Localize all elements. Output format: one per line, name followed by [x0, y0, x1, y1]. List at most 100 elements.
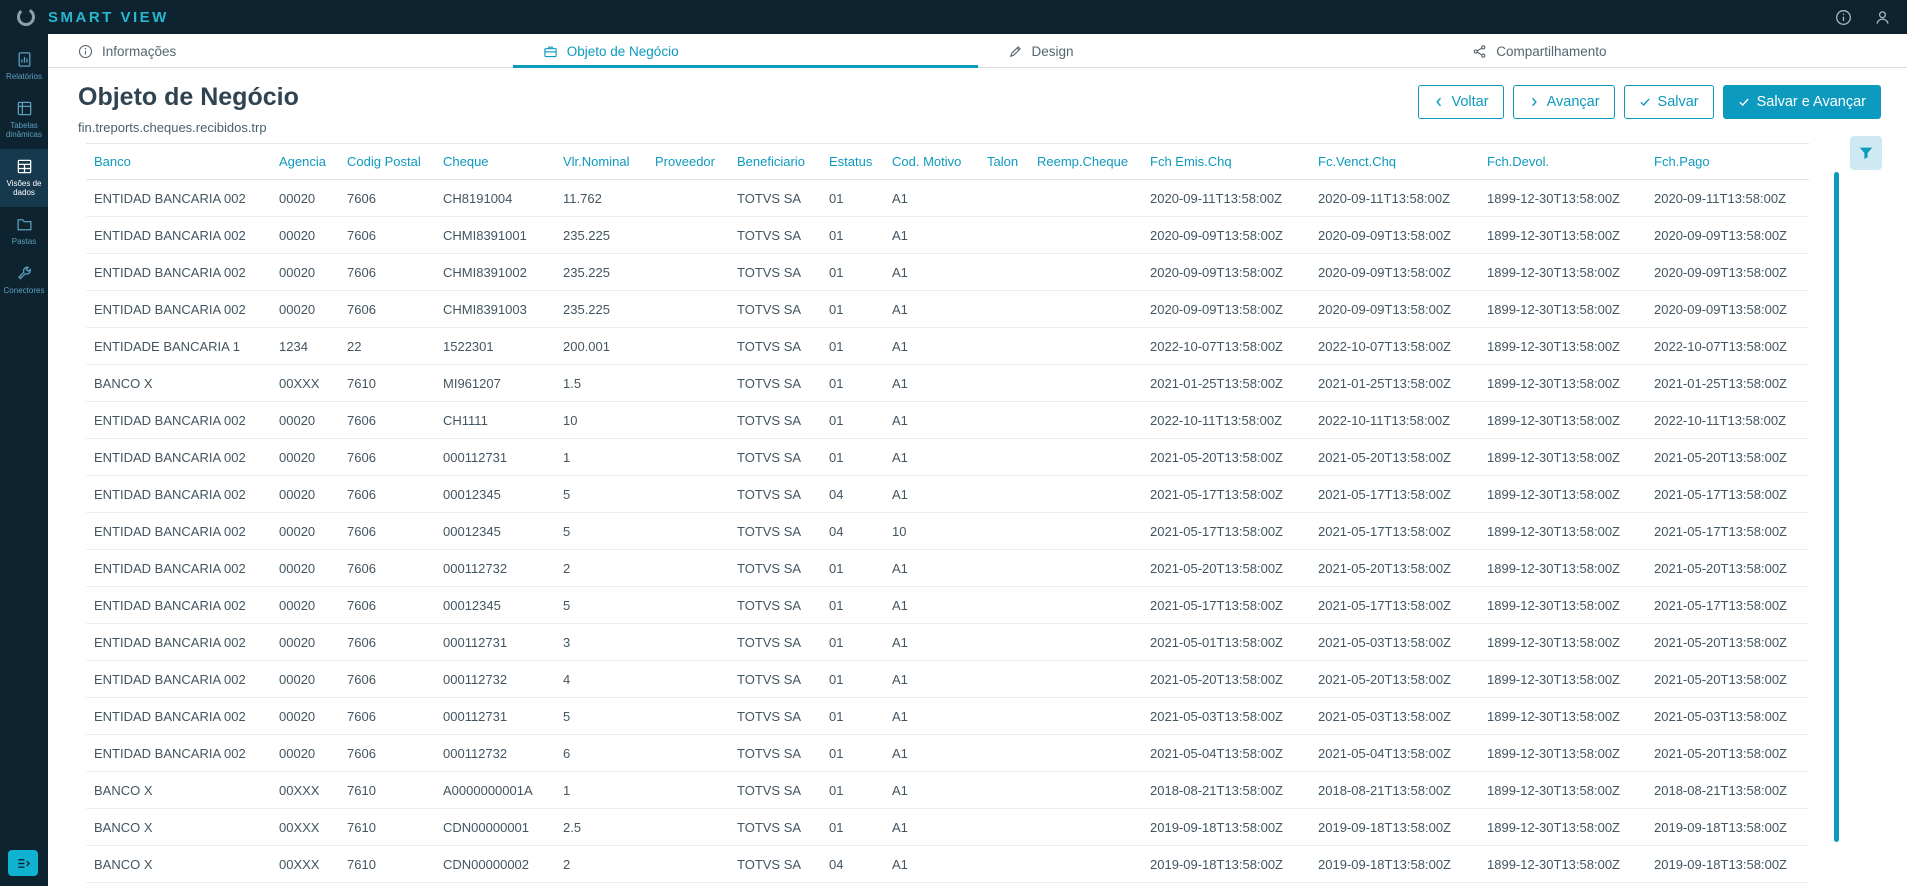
cell-banco: ENTIDAD BANCARIA 002 [86, 734, 271, 772]
table-row[interactable]: ENTIDAD BANCARIA 002 00020 7606 00012345 5 TO… [86, 586, 1809, 624]
cell-reemp_cheque [1029, 623, 1142, 661]
avancar-button[interactable]: Avançar [1512, 85, 1615, 119]
cell-vlr_nominal: 1.5 [555, 364, 647, 402]
cell-fch_devol: 1899-12-30T13:58:00Z [1479, 845, 1646, 883]
column-header-fc_venct_chq[interactable]: Fc.Venct.Chq [1310, 143, 1479, 180]
sidebar-item-pastas[interactable]: Pastas [0, 207, 48, 256]
sidebar-item-tabelas-dinamicas[interactable]: Tabelas dinâmicas [0, 91, 48, 149]
cell-banco: ENTIDAD BANCARIA 002 [86, 549, 271, 587]
tab-design[interactable]: Design [978, 34, 1443, 68]
column-header-banco[interactable]: Banco [86, 143, 271, 180]
table-row[interactable]: ENTIDAD BANCARIA 002 00020 7606 CH8191004 11… [86, 179, 1809, 217]
table-row[interactable]: BANCO X 00XXX 7610 A0000000001A 1 TOTVS SA 01 A… [86, 771, 1809, 809]
cell-banco: BANCO X [86, 771, 271, 809]
cell-banco: ENTIDAD BANCARIA 002 [86, 216, 271, 254]
tab-label: Compartilhamento [1496, 43, 1607, 59]
column-header-agencia[interactable]: Agencia [271, 143, 339, 180]
info-icon[interactable] [1835, 9, 1852, 26]
salvar-e-avancar-button[interactable]: Salvar e Avançar [1722, 85, 1881, 119]
column-header-beneficiario[interactable]: Beneficiario [729, 143, 821, 180]
cell-estatus: 01 [821, 623, 884, 661]
cell-proveedor [647, 808, 729, 846]
sidebar-item-relatorios[interactable]: Relatórios [0, 42, 48, 91]
table-row[interactable]: ENTIDAD BANCARIA 002 00020 7606 CHMI8391002… [86, 253, 1809, 291]
column-header-vlr_nominal[interactable]: Vlr.Nominal [555, 143, 647, 180]
column-header-cod_motivo[interactable]: Cod. Motivo [884, 143, 979, 180]
cell-cheque: 1522301 [435, 327, 555, 365]
table-row[interactable]: ENTIDAD BANCARIA 002 00020 7606 000112732 4 T… [86, 660, 1809, 698]
table-row[interactable]: ENTIDAD BANCARIA 002 00020 7606 CHMI8391001… [86, 216, 1809, 254]
column-header-fch_devol[interactable]: Fch.Devol. [1479, 143, 1646, 180]
cell-fch_pago: 2022-10-11T13:58:00Z [1646, 401, 1809, 439]
tab-label: Design [1031, 43, 1074, 59]
user-icon[interactable] [1874, 9, 1891, 26]
table-row[interactable]: ENTIDAD BANCARIA 002 00020 7606 CHMI8391003… [86, 290, 1809, 328]
column-header-reemp_cheque[interactable]: Reemp.Cheque [1029, 143, 1142, 180]
cell-estatus: 01 [821, 179, 884, 217]
cell-fch_emis_chq: 2021-05-20T13:58:00Z [1142, 438, 1310, 476]
cell-talon [979, 586, 1029, 624]
column-header-cheque[interactable]: Cheque [435, 143, 555, 180]
cell-talon [979, 512, 1029, 550]
cell-reemp_cheque [1029, 253, 1142, 291]
cell-vlr_nominal: 2 [555, 845, 647, 883]
cell-reemp_cheque [1029, 771, 1142, 809]
table-row[interactable]: ENTIDAD BANCARIA 002 00020 7606 000112731 5 T… [86, 697, 1809, 735]
filter-button[interactable] [1850, 136, 1882, 170]
cell-fch_pago: 2021-05-20T13:58:00Z [1646, 660, 1809, 698]
cell-banco: ENTIDAD BANCARIA 002 [86, 179, 271, 217]
tab-informacoes[interactable]: Informações [48, 34, 513, 68]
info-icon [78, 44, 93, 58]
cell-proveedor [647, 290, 729, 328]
table-row[interactable]: ENTIDAD BANCARIA 002 00020 7606 00012345 5 TO… [86, 512, 1809, 550]
button-label: Salvar e Avançar [1756, 94, 1866, 110]
vertical-scrollbar[interactable] [1834, 172, 1839, 842]
cell-vlr_nominal: 1 [555, 771, 647, 809]
cell-reemp_cheque [1029, 475, 1142, 513]
column-header-codig_postal[interactable]: Codig Postal [339, 143, 435, 180]
sidebar-item-conectores[interactable]: Conectores [0, 256, 48, 305]
cell-proveedor [647, 549, 729, 587]
expand-sidebar-button[interactable] [8, 850, 38, 876]
cell-reemp_cheque [1029, 327, 1142, 365]
cell-fch_pago: 2020-09-09T13:58:00Z [1646, 290, 1809, 328]
cell-fch_devol: 1899-12-30T13:58:00Z [1479, 734, 1646, 772]
cell-cod_motivo: A1 [884, 808, 979, 846]
cell-fch_devol: 1899-12-30T13:58:00Z [1479, 290, 1646, 328]
table-row[interactable]: BANCO X 00XXX 7610 CDN00000002 2 TOTVS SA 04 A1… [86, 845, 1809, 883]
cell-fch_devol: 1899-12-30T13:58:00Z [1479, 401, 1646, 439]
table-row[interactable]: ENTIDAD BANCARIA 002 00020 7606 000112732 6 T… [86, 734, 1809, 772]
cell-banco: BANCO X [86, 845, 271, 883]
cell-agencia: 00020 [271, 179, 339, 217]
tab-objeto-de-negocio[interactable]: Objeto de Negócio [513, 34, 978, 68]
briefcase-icon [544, 46, 557, 57]
tab-compartilhamento[interactable]: Compartilhamento [1442, 34, 1907, 68]
cell-cheque: A0000000001A [435, 771, 555, 809]
cell-estatus: 01 [821, 401, 884, 439]
table-row[interactable]: ENTIDAD BANCARIA 002 00020 7606 CH1111 10 TOT… [86, 401, 1809, 439]
column-header-fch_pago[interactable]: Fch.Pago [1646, 143, 1809, 180]
cell-agencia: 00020 [271, 623, 339, 661]
column-header-fch_emis_chq[interactable]: Fch Emis.Chq [1142, 143, 1310, 180]
column-header-estatus[interactable]: Estatus [821, 143, 884, 180]
table-row[interactable]: ENTIDAD BANCARIA 002 00020 7606 00012345 5 TO… [86, 475, 1809, 513]
table-row[interactable]: ENTIDAD BANCARIA 002 00020 7606 000112732 2 T… [86, 549, 1809, 587]
cell-talon [979, 364, 1029, 402]
cell-cod_motivo: 10 [884, 512, 979, 550]
table-row[interactable]: ENTIDADE BANCARIA 1 1234 22 1522301 200.001 T… [86, 327, 1809, 365]
sidebar-item-visoes-de-dados[interactable]: Visões de dados [0, 148, 48, 207]
cell-beneficiario: TOTVS SA [729, 253, 821, 291]
expand-sidebar-icon [17, 858, 30, 868]
table-row[interactable]: ENTIDAD BANCARIA 002 00020 7606 000112731 3 T… [86, 623, 1809, 661]
table-row[interactable]: ENTIDAD BANCARIA 002 00020 7606 000112731 1 T… [86, 438, 1809, 476]
cell-estatus: 01 [821, 771, 884, 809]
voltar-button[interactable]: Voltar [1417, 85, 1504, 119]
table-area: Banco Agencia Codig Postal Cheque Vlr.Nomina… [86, 143, 1809, 883]
cell-agencia: 1234 [271, 327, 339, 365]
table-row[interactable]: BANCO X 00XXX 7610 CDN00000001 2.5 TOTVS SA 01… [86, 808, 1809, 846]
column-header-proveedor[interactable]: Proveedor [647, 143, 729, 180]
salvar-button[interactable]: Salvar [1623, 85, 1714, 119]
column-header-talon[interactable]: Talon [979, 143, 1029, 180]
table-row[interactable]: BANCO X 00XXX 7610 MI961207 1.5 TOTVS SA 01 A1 2… [86, 364, 1809, 402]
cell-proveedor [647, 734, 729, 772]
